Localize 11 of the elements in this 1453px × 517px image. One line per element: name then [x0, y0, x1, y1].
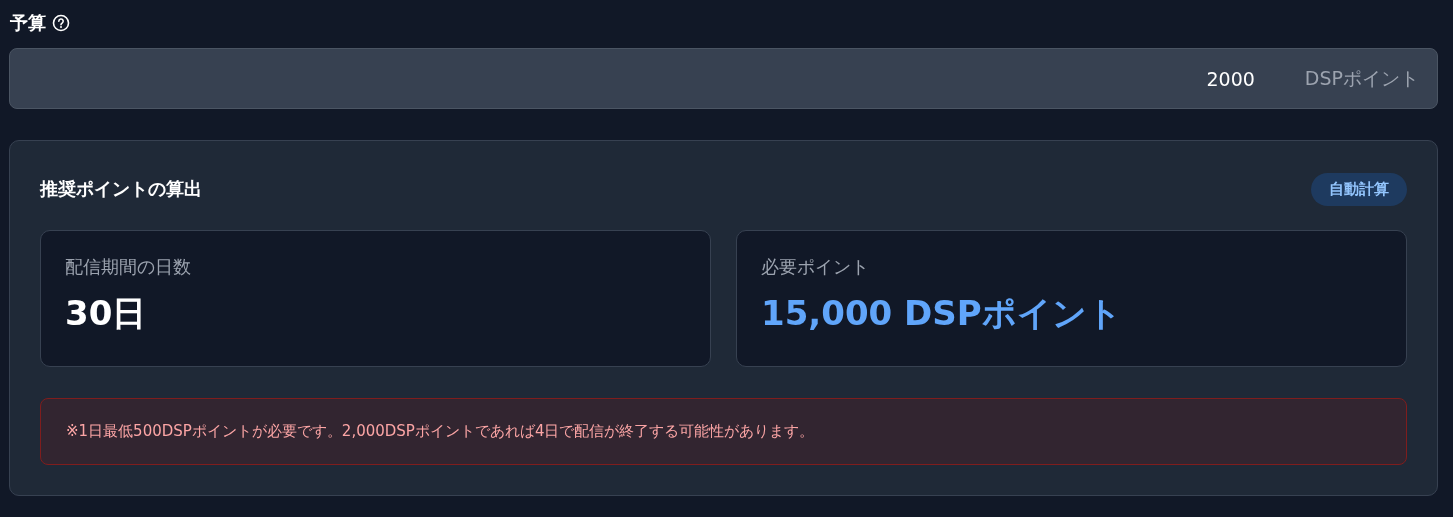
stat-value: 15,000 DSPポイント — [761, 292, 1123, 335]
auto-calc-badge: 自動計算 — [1311, 172, 1407, 206]
card-title: 推奨ポイントの算出 — [40, 177, 202, 201]
stat-label: 必要ポイント — [761, 255, 870, 279]
budget-label: 予算 — [10, 11, 46, 35]
unit-label: DSPポイント — [1304, 65, 1419, 91]
stat-value: 30日 — [65, 292, 148, 335]
warning-message: ※1日最低500DSPポイントが必要です。2,000DSPポイントであれば4日で配信が終了する可能性があります。 — [40, 398, 1407, 465]
help-icon[interactable] — [52, 14, 70, 32]
stat-label: 配信期間の日数 — [65, 255, 192, 279]
budget-input-field[interactable]: 2000 DSPポイント — [9, 48, 1438, 109]
